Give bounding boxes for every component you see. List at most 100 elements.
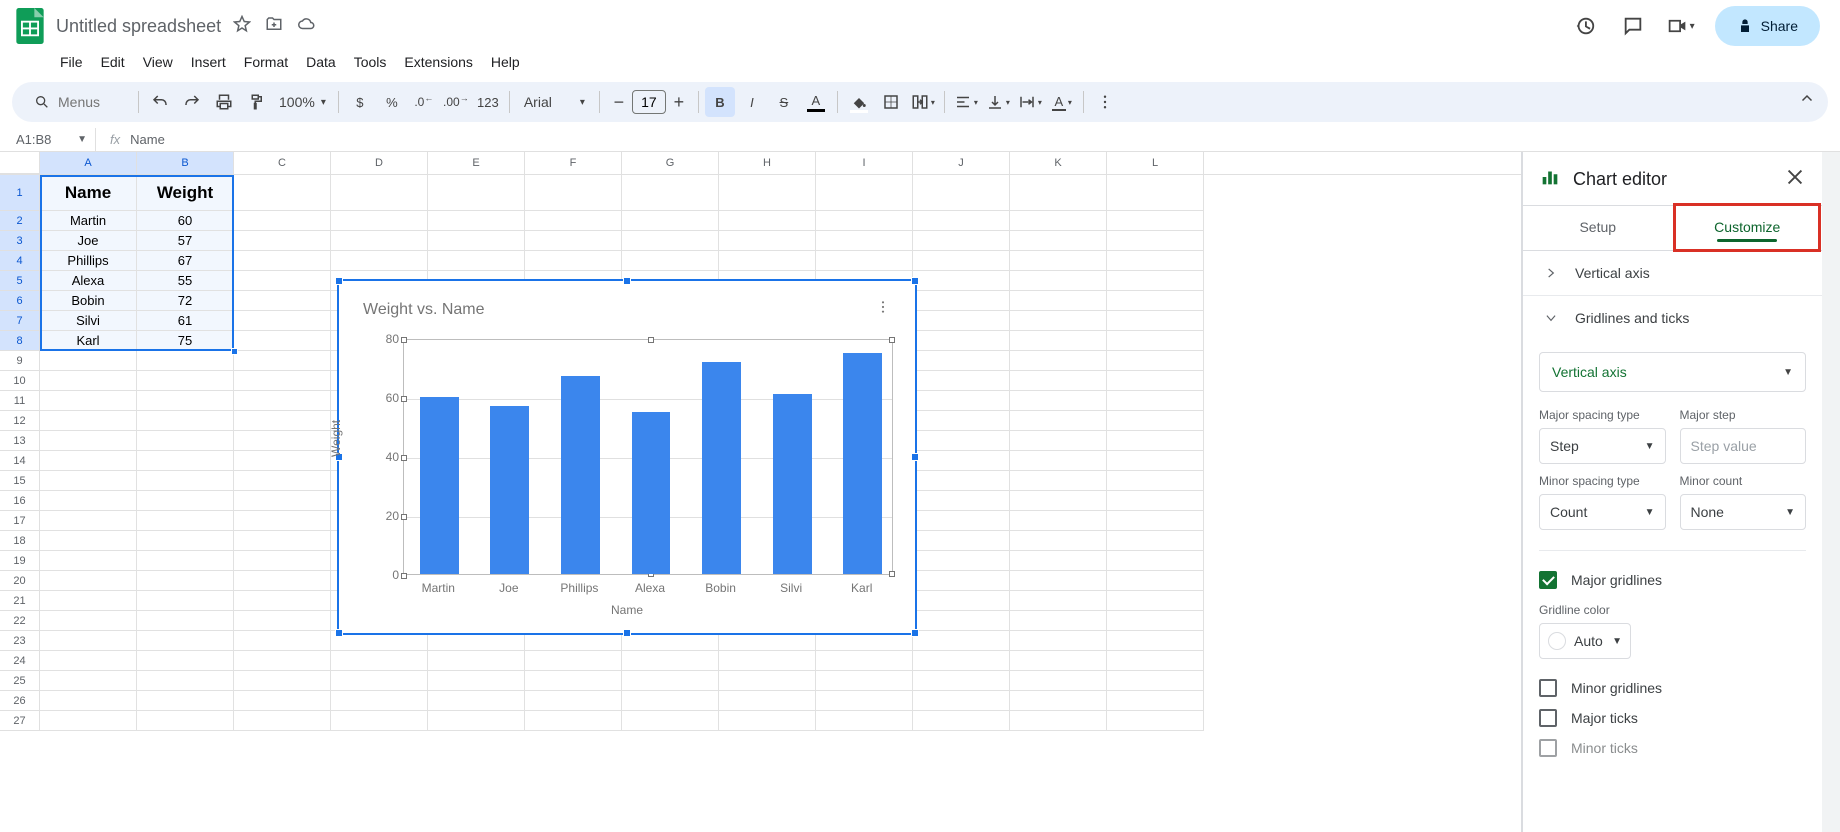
cell[interactable] [622, 711, 719, 731]
cell[interactable]: Silvi [40, 311, 137, 331]
cell[interactable] [913, 231, 1010, 251]
cell[interactable] [137, 631, 234, 651]
cell[interactable] [234, 711, 331, 731]
cell[interactable] [40, 471, 137, 491]
fontsize-input[interactable]: 17 [632, 90, 666, 114]
meet-icon[interactable]: ▾ [1667, 12, 1695, 40]
row-header-20[interactable]: 20 [0, 571, 40, 591]
chart-more-icon[interactable] [875, 299, 891, 320]
cell[interactable] [40, 671, 137, 691]
cell[interactable] [234, 511, 331, 531]
star-icon[interactable] [233, 15, 251, 38]
cell[interactable] [913, 611, 1010, 631]
cell[interactable] [913, 691, 1010, 711]
cell[interactable] [428, 671, 525, 691]
cell[interactable] [719, 651, 816, 671]
cell[interactable] [40, 711, 137, 731]
row-header-12[interactable]: 12 [0, 411, 40, 431]
row-header-27[interactable]: 27 [0, 711, 40, 731]
row-header-18[interactable]: 18 [0, 531, 40, 551]
cell[interactable] [1107, 551, 1204, 571]
col-header-D[interactable]: D [331, 152, 428, 174]
col-header-J[interactable]: J [913, 152, 1010, 174]
cell[interactable] [234, 351, 331, 371]
minor-ticks-checkbox[interactable]: Minor ticks [1523, 733, 1822, 763]
cell[interactable] [913, 651, 1010, 671]
cell[interactable] [719, 211, 816, 231]
cell[interactable]: Martin [40, 211, 137, 231]
cell[interactable] [234, 531, 331, 551]
cell[interactable] [525, 691, 622, 711]
cell[interactable] [816, 711, 913, 731]
cell[interactable] [719, 175, 816, 211]
cell[interactable] [1107, 451, 1204, 471]
rotate-button[interactable]: A▾ [1047, 87, 1077, 117]
cell[interactable] [913, 551, 1010, 571]
cell[interactable] [816, 251, 913, 271]
cell[interactable] [137, 571, 234, 591]
cell[interactable] [913, 351, 1010, 371]
row-header-19[interactable]: 19 [0, 551, 40, 571]
cell[interactable] [1010, 411, 1107, 431]
halign-button[interactable]: ▾ [951, 87, 981, 117]
cell[interactable] [137, 451, 234, 471]
cell[interactable] [137, 511, 234, 531]
cell[interactable] [1107, 251, 1204, 271]
col-header-G[interactable]: G [622, 152, 719, 174]
cell[interactable] [331, 211, 428, 231]
cell[interactable] [1107, 271, 1204, 291]
valign-button[interactable]: ▾ [983, 87, 1013, 117]
cell[interactable] [525, 251, 622, 271]
cell[interactable] [525, 231, 622, 251]
cell[interactable] [1107, 211, 1204, 231]
text-color-button[interactable]: A [801, 87, 831, 117]
cell[interactable] [1107, 511, 1204, 531]
row-header-6[interactable]: 6 [0, 291, 40, 311]
row-header-4[interactable]: 4 [0, 251, 40, 271]
cell[interactable] [428, 691, 525, 711]
paint-format-button[interactable] [241, 87, 271, 117]
major-gridlines-checkbox[interactable]: Major gridlines [1523, 565, 1822, 595]
cell[interactable] [234, 491, 331, 511]
cell[interactable] [1010, 231, 1107, 251]
cell[interactable] [622, 231, 719, 251]
cell[interactable] [1010, 651, 1107, 671]
cell[interactable] [913, 391, 1010, 411]
major-ticks-checkbox[interactable]: Major ticks [1523, 703, 1822, 733]
cell[interactable] [331, 175, 428, 211]
cell[interactable] [40, 491, 137, 511]
row-header-14[interactable]: 14 [0, 451, 40, 471]
cell[interactable] [1107, 711, 1204, 731]
cell[interactable]: 61 [137, 311, 234, 331]
cell[interactable] [234, 391, 331, 411]
cell[interactable] [137, 531, 234, 551]
menu-file[interactable]: File [52, 50, 91, 74]
cell[interactable] [40, 631, 137, 651]
row-header-5[interactable]: 5 [0, 271, 40, 291]
col-header-I[interactable]: I [816, 152, 913, 174]
cell[interactable] [913, 531, 1010, 551]
cell[interactable] [40, 431, 137, 451]
cell[interactable] [234, 451, 331, 471]
cell[interactable] [622, 175, 719, 211]
cell[interactable] [1010, 551, 1107, 571]
row-header-26[interactable]: 26 [0, 691, 40, 711]
row-header-16[interactable]: 16 [0, 491, 40, 511]
cell[interactable] [428, 711, 525, 731]
row-header-22[interactable]: 22 [0, 611, 40, 631]
cell[interactable] [234, 231, 331, 251]
cell[interactable] [1107, 371, 1204, 391]
cell[interactable] [40, 551, 137, 571]
cell[interactable] [913, 371, 1010, 391]
col-header-L[interactable]: L [1107, 152, 1204, 174]
cell[interactable] [137, 611, 234, 631]
cell[interactable]: 60 [137, 211, 234, 231]
col-header-E[interactable]: E [428, 152, 525, 174]
chart-object[interactable]: Weight vs. Name Weight Name 020406080 Ma… [337, 279, 917, 635]
cell[interactable] [234, 471, 331, 491]
cell[interactable] [913, 491, 1010, 511]
cell[interactable] [1010, 591, 1107, 611]
cell[interactable] [1010, 671, 1107, 691]
row-header-11[interactable]: 11 [0, 391, 40, 411]
cell[interactable] [137, 551, 234, 571]
